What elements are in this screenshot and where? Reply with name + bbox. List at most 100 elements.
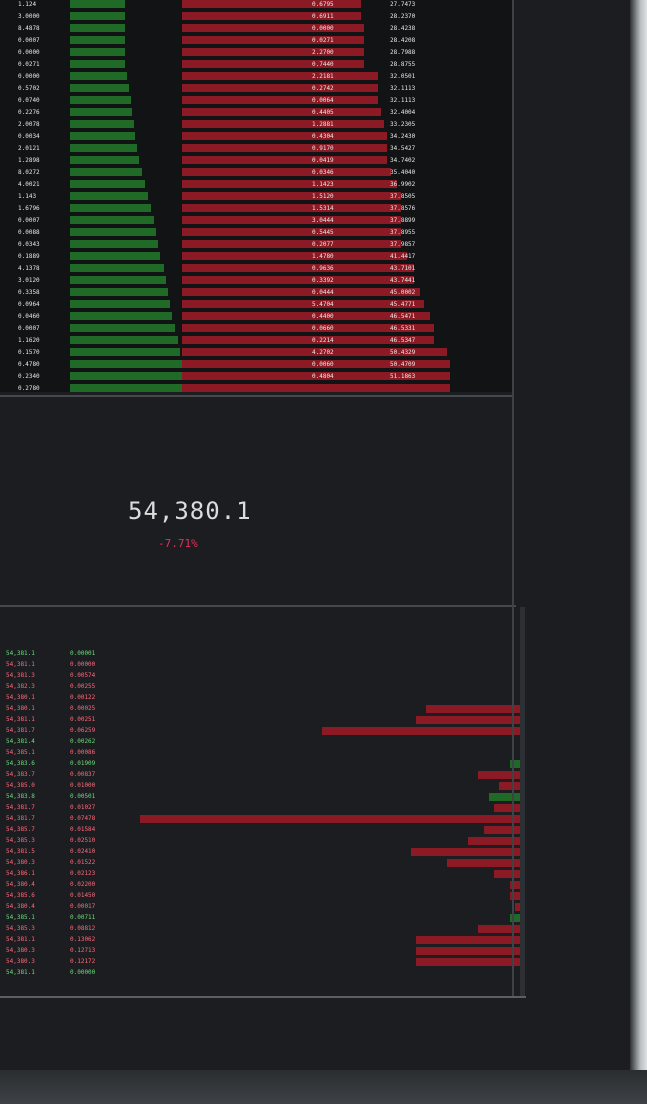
ask-depth-bar [182, 156, 387, 164]
bid-depth-bar [70, 372, 184, 380]
trade-volume-bar [499, 782, 520, 790]
ask-size: 0.0064 [312, 97, 334, 104]
ask-total: 46.5331 [390, 325, 416, 332]
order-book-row: 1.143 1.5120 37.8505 [0, 192, 512, 201]
order-book-row: 0.1889 1.4780 41.4417 [0, 252, 512, 261]
trade-size: 0.00251 [70, 716, 96, 723]
trade-price: 54,380.1 [6, 694, 35, 701]
ask-size: 0.6911 [312, 13, 334, 20]
ask-total: 41.4417 [390, 253, 416, 260]
ask-total: 37.8505 [390, 193, 416, 200]
bid-depth-bar [70, 120, 134, 128]
trade-size: 0.00017 [70, 903, 96, 910]
ask-total: 37.8955 [390, 229, 416, 236]
bid-size: 0.0000 [18, 73, 40, 80]
trade-price: 54,381.1 [6, 716, 35, 723]
bid-size: 4.1378 [18, 265, 40, 272]
ask-total: 28.2370 [390, 13, 416, 20]
trade-size: 0.02510 [70, 837, 96, 844]
trade-size: 0.01000 [70, 782, 96, 789]
trade-row: 54,381.1 0.00000 [0, 968, 520, 977]
trade-row: 54,380.4 0.00017 [0, 902, 520, 911]
trade-size: 0.01909 [70, 760, 96, 767]
trade-row: 54,382.3 0.00255 [0, 682, 520, 691]
order-book-row: 3.0000 0.6911 28.2370 [0, 12, 512, 21]
order-book-row: 8.4878 0.0000 28.4238 [0, 24, 512, 33]
ask-size: 1.1423 [312, 181, 334, 188]
order-book-row: 0.0007 3.0444 37.8899 [0, 216, 512, 225]
trade-volume-bar [494, 804, 520, 812]
ask-depth-bar [182, 288, 420, 296]
bid-size: 3.0120 [18, 277, 40, 284]
bid-depth-bar [70, 288, 168, 296]
order-book-row: 0.0343 0.2077 37.9857 [0, 240, 512, 249]
trade-row: 54,380.1 0.00025 [0, 704, 520, 713]
ask-depth-bar [182, 84, 378, 92]
bid-depth-bar [70, 0, 125, 8]
ask-depth-bar [182, 24, 364, 32]
trade-price: 54,380.3 [6, 859, 35, 866]
monitor-bezel [0, 1070, 647, 1104]
trade-price: 54,386.1 [6, 870, 35, 877]
ask-total: 34.5427 [390, 145, 416, 152]
bid-size: 1.2898 [18, 157, 40, 164]
order-book-row: 1.2898 0.0419 34.7402 [0, 156, 512, 165]
trade-row: 54,381.1 0.00001 [0, 649, 520, 658]
bid-depth-bar [70, 156, 139, 164]
bid-depth-bar [70, 324, 175, 332]
bid-depth-bar [70, 264, 164, 272]
ask-depth-bar [182, 300, 424, 308]
ask-total: 32.1113 [390, 85, 416, 92]
ask-total: 34.7402 [390, 157, 416, 164]
trade-row: 54,385.3 0.02510 [0, 836, 520, 845]
ask-size: 0.4405 [312, 109, 334, 116]
terminal-screen: 1.124 0.6795 27.7473 3.0000 0.6911 28.2370 8.4… [0, 0, 630, 1070]
trade-row: 54,381.5 0.02410 [0, 847, 520, 856]
bid-depth-bar [70, 312, 172, 320]
trade-price: 54,385.3 [6, 837, 35, 844]
order-book-row: 0.0034 0.4304 34.2430 [0, 132, 512, 141]
trade-size: 0.00262 [70, 738, 96, 745]
ask-total: 37.8576 [390, 205, 416, 212]
trade-price: 54,385.0 [6, 782, 35, 789]
trade-volume-bar [416, 947, 520, 955]
ask-total: 43.7441 [390, 277, 416, 284]
ask-size: 0.3392 [312, 277, 334, 284]
bid-depth-bar [70, 252, 160, 260]
bid-depth-bar [70, 12, 125, 20]
ask-depth-bar [182, 72, 378, 80]
trade-volume-bar [416, 716, 520, 724]
ask-size: 0.0444 [312, 289, 334, 296]
trade-size: 0.00086 [70, 749, 96, 756]
ask-total: 46.5347 [390, 337, 416, 344]
bid-size: 0.0460 [18, 313, 40, 320]
bid-size: 0.0007 [18, 37, 40, 44]
ask-total: 43.7101 [390, 265, 416, 272]
trade-size: 0.07478 [70, 815, 96, 822]
ask-size: 5.4704 [312, 301, 334, 308]
trade-size: 0.00001 [70, 650, 96, 657]
ask-depth-bar [182, 252, 407, 260]
trade-price: 54,380.1 [6, 705, 35, 712]
trade-row: 54,385.3 0.08812 [0, 924, 520, 933]
bid-size: 1.124 [18, 1, 37, 8]
ask-depth-bar [182, 168, 391, 176]
bid-depth-bar [70, 144, 137, 152]
ask-total: 37.8899 [390, 217, 416, 224]
ask-size: 2.2700 [312, 49, 334, 56]
bid-size: 1.143 [18, 193, 37, 200]
ask-depth-bar [182, 276, 414, 284]
ask-total: 51.1863 [390, 373, 416, 380]
ask-total: 28.4208 [390, 37, 416, 44]
order-book-row: 0.0271 0.7440 28.8755 [0, 60, 512, 69]
trade-row: 54,380.3 0.12172 [0, 957, 520, 966]
trade-price: 54,381.7 [6, 804, 35, 811]
panel-divider [0, 996, 526, 998]
bid-size: 0.1570 [18, 349, 40, 356]
trade-price: 54,381.1 [6, 969, 35, 976]
trade-row: 54,380.3 0.01522 [0, 858, 520, 867]
ask-depth-bar [182, 192, 401, 200]
ask-depth-bar [182, 0, 361, 8]
ask-depth-bar [182, 120, 384, 128]
trade-size: 0.00025 [70, 705, 96, 712]
